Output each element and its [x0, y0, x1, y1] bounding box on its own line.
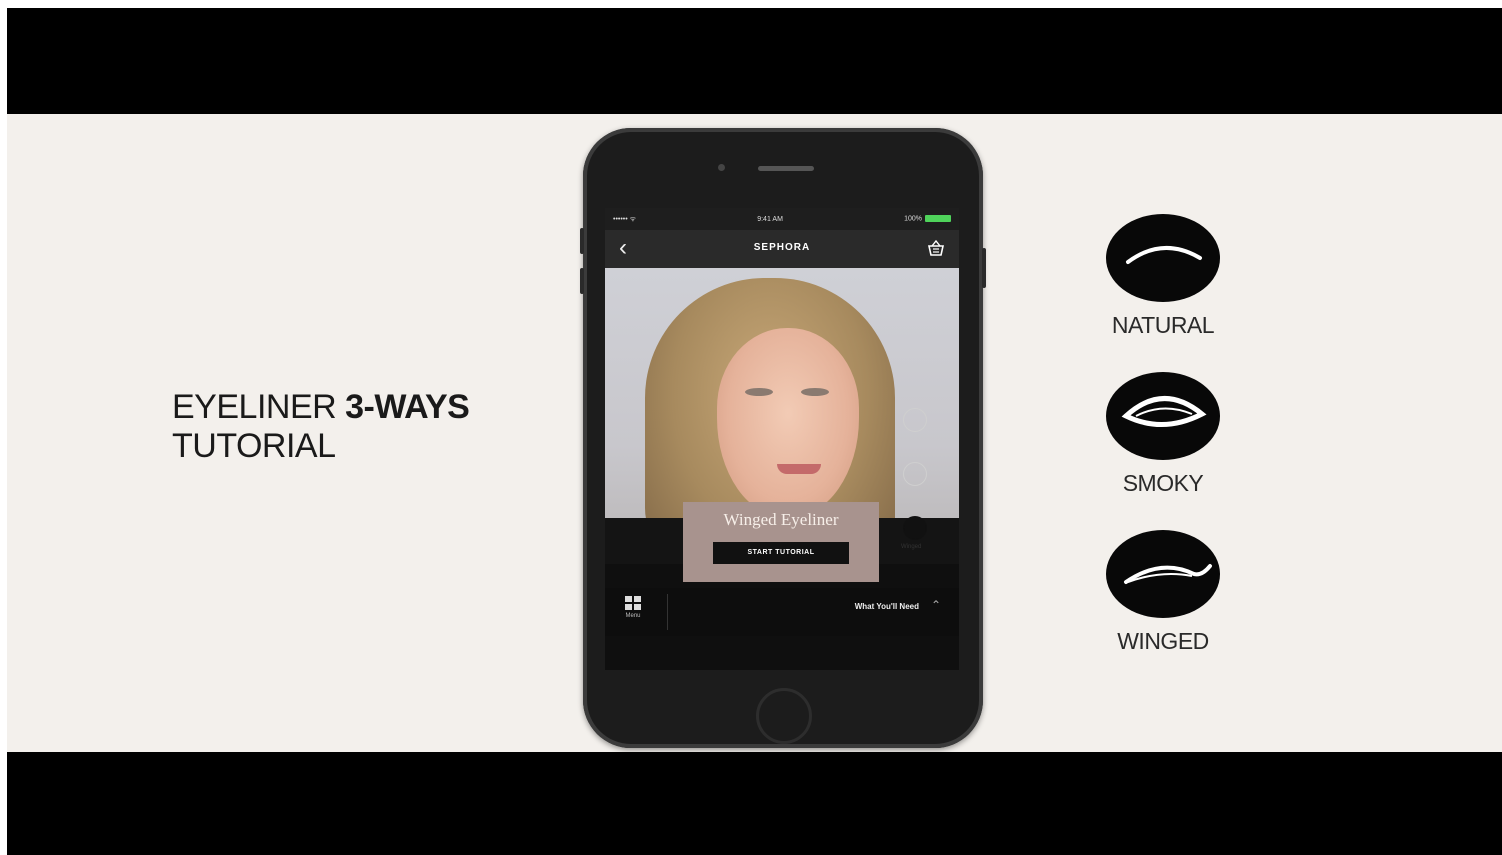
chevron-up-icon[interactable]: ⌃	[931, 598, 941, 612]
model-face	[717, 328, 859, 518]
app-navbar: ‹ SEPHORA	[605, 230, 959, 268]
title-part1: EYELINER	[172, 388, 346, 426]
tutorial-title: EYELINER 3-WAYS TUTORIAL	[172, 388, 470, 466]
app-brand: SEPHORA	[753, 242, 811, 253]
status-bar: •••••• ᯤ 9:41 AM 100%	[605, 208, 959, 230]
grid-icon	[619, 596, 647, 610]
phone-camera	[718, 164, 725, 171]
tutorial-name: Winged Eyeliner	[723, 510, 839, 529]
model-eye-left	[745, 388, 773, 396]
winged-eye-icon	[1106, 530, 1220, 618]
phone-speaker	[758, 166, 814, 171]
style-winged: WINGED	[1101, 530, 1225, 655]
shopping-basket-icon[interactable]	[927, 239, 945, 257]
battery-text: 100%	[904, 215, 922, 223]
battery-icon	[924, 215, 951, 223]
title-line2: TUTORIAL	[172, 427, 336, 465]
phone-volume-up	[580, 228, 584, 254]
winged-option-icon[interactable]	[903, 516, 927, 540]
natural-option-icon[interactable]	[903, 408, 927, 432]
title-part2: 3-WAYS	[345, 388, 470, 426]
battery-indicator: 100%	[904, 215, 951, 223]
style-label-natural: NATURAL	[1111, 312, 1215, 338]
video-frame: EYELINER 3-WAYS TUTORIAL •••••• ᯤ 9:41 A…	[7, 8, 1502, 855]
phone-screen: •••••• ᯤ 9:41 AM 100% ‹ SEPHORA Winged W…	[605, 208, 959, 670]
carrier-text: •••••• ᯤ	[613, 215, 637, 223]
natural-eye-icon	[1106, 214, 1220, 302]
what-youll-need-button[interactable]: What You'll Need	[855, 602, 919, 611]
style-label-winged: WINGED	[1117, 628, 1209, 654]
home-button	[756, 688, 812, 744]
winged-option-label: Winged	[901, 544, 922, 550]
menu-label: Menu	[625, 613, 641, 619]
smoky-eye-icon	[1106, 372, 1220, 460]
video-stage: EYELINER 3-WAYS TUTORIAL •••••• ᯤ 9:41 A…	[7, 114, 1502, 752]
style-smoky: SMOKY	[1101, 372, 1225, 497]
phone-power-button	[982, 248, 986, 288]
phone-mockup: •••••• ᯤ 9:41 AM 100% ‹ SEPHORA Winged W…	[580, 128, 986, 748]
bottom-divider	[667, 594, 668, 630]
start-tutorial-button[interactable]: START TUTORIAL	[713, 542, 849, 564]
menu-button[interactable]: Menu	[619, 596, 647, 619]
model-mouth	[777, 464, 821, 474]
tutorial-card: Winged Eyeliner START TUTORIAL	[683, 502, 879, 582]
bottom-bar: Menu What You'll Need ⌃	[605, 588, 959, 636]
time-text: 9:41 AM	[757, 215, 783, 223]
smoky-option-icon[interactable]	[903, 462, 927, 486]
phone-volume-down	[580, 268, 584, 294]
style-natural: NATURAL	[1101, 214, 1225, 339]
style-label-smoky: SMOKY	[1122, 470, 1204, 496]
model-eye-right	[801, 388, 829, 396]
